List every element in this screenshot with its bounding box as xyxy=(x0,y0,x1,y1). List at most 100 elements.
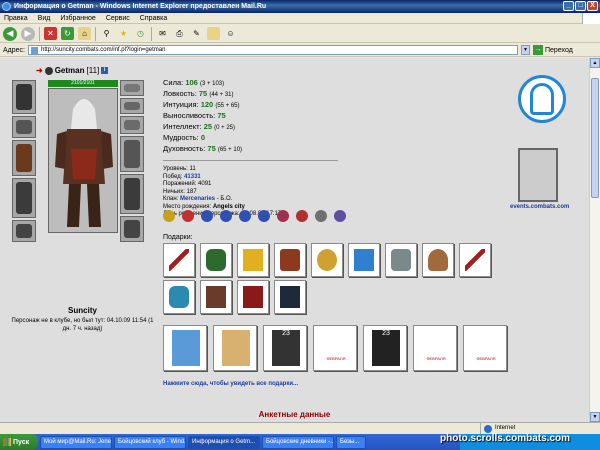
home-icon[interactable]: ⌂ xyxy=(78,27,91,40)
taskbar-item[interactable]: Бойцовский клуб - Wind... xyxy=(114,435,186,449)
gift-item[interactable] xyxy=(459,243,491,277)
avatar-name: Suncity xyxy=(68,306,97,315)
info-icon[interactable]: i xyxy=(101,67,109,74)
menu-edit[interactable]: Правка xyxy=(4,13,28,23)
forward-arrow-icon[interactable]: ▶ xyxy=(21,26,35,41)
taskbar-item-active[interactable]: Информация о Getm... xyxy=(188,435,260,449)
events-site-link[interactable]: events.combats.com xyxy=(510,204,569,210)
gift-item[interactable] xyxy=(163,243,195,277)
edit-icon[interactable]: ✎ xyxy=(190,27,203,40)
messenger-icon[interactable]: ☺ xyxy=(224,27,237,40)
gift-item[interactable] xyxy=(200,280,232,314)
medal-icon[interactable] xyxy=(201,210,213,222)
character-avatar xyxy=(48,88,118,233)
gift-item[interactable] xyxy=(274,280,306,314)
medal-icon[interactable] xyxy=(334,210,346,222)
legs-slot[interactable] xyxy=(120,174,144,214)
medal-icon[interactable] xyxy=(239,210,251,222)
medal-icon[interactable] xyxy=(220,210,232,222)
nick-text: Getman xyxy=(54,66,85,75)
clan-link[interactable]: Mercenaries xyxy=(180,196,215,202)
stat-endurance: Выносливость: 75 xyxy=(163,111,226,120)
ie-icon xyxy=(2,2,11,11)
window-controls: _ □ X xyxy=(563,1,598,11)
clan-emblem-icon[interactable] xyxy=(518,75,566,123)
search-icon[interactable]: ⚲ xyxy=(100,27,113,40)
events-banner-icon[interactable] xyxy=(518,148,558,202)
hp-bar: 2101/2101 xyxy=(48,80,118,87)
gift-item[interactable] xyxy=(274,243,306,277)
belt-slot[interactable] xyxy=(12,220,36,242)
print-icon[interactable]: ⎙ xyxy=(173,27,186,40)
window-titlebar: Информация о Getman - Windows Internet E… xyxy=(0,0,600,13)
amulet-slot[interactable] xyxy=(120,80,144,96)
weapon-slot[interactable] xyxy=(12,140,36,176)
greeting-card[interactable]: 23 xyxy=(363,325,407,371)
menu-help[interactable]: Справка xyxy=(140,13,167,23)
medal-icon[interactable] xyxy=(182,210,194,222)
mail-icon[interactable]: ✉ xyxy=(156,27,169,40)
stop-icon[interactable]: ✕ xyxy=(44,27,57,40)
earrings-slot[interactable] xyxy=(120,98,144,114)
menu-tools[interactable]: Сервис xyxy=(106,13,130,23)
menu-bar: Правка Вид Избранное Сервис Справка xyxy=(0,13,600,24)
maximize-button[interactable]: □ xyxy=(575,1,586,11)
back-arrow-icon[interactable]: ◀ xyxy=(3,26,17,41)
gift-item[interactable] xyxy=(311,243,343,277)
minimize-button[interactable]: _ xyxy=(563,1,574,11)
menu-view[interactable]: Вид xyxy=(38,13,51,23)
stat-spirituality: Духовность: 75 (65 + 10) xyxy=(163,144,243,153)
favorites-star-icon[interactable]: ★ xyxy=(117,27,130,40)
greeting-card[interactable] xyxy=(213,325,257,371)
medal-icon[interactable] xyxy=(163,210,175,222)
last-seen-note: Персонаж не в клубе, но был тут: 04.10.0… xyxy=(11,318,154,332)
private-message-arrow-icon[interactable]: ➜ xyxy=(36,66,43,75)
offhand-weapon-slot[interactable] xyxy=(120,136,144,172)
greeting-card[interactable]: ФЕВРАЛЯ xyxy=(313,325,357,371)
gift-item[interactable] xyxy=(200,243,232,277)
greeting-card[interactable] xyxy=(163,325,207,371)
boots-slot[interactable] xyxy=(120,216,144,242)
close-button[interactable]: X xyxy=(587,1,598,11)
stat-strength: Сила: 106 (3 + 103) xyxy=(163,78,225,87)
gift-item[interactable] xyxy=(237,243,269,277)
helmet-slot[interactable] xyxy=(12,80,36,114)
greeting-card[interactable]: ФЕВРАЛЯ xyxy=(413,325,457,371)
refresh-icon[interactable]: ↻ xyxy=(61,27,74,40)
greeting-card[interactable]: ФЕВРАЛЯ xyxy=(463,325,507,371)
scroll-thumb[interactable] xyxy=(591,78,599,198)
folder-icon[interactable] xyxy=(207,27,220,40)
medal-icon[interactable] xyxy=(277,210,289,222)
scroll-down-button[interactable]: ▼ xyxy=(590,412,600,422)
windows-flag-icon xyxy=(3,438,11,446)
armor-slot[interactable] xyxy=(12,178,36,218)
medal-icon[interactable] xyxy=(296,210,308,222)
vertical-scrollbar[interactable]: ▲ ▼ xyxy=(589,58,600,422)
history-icon[interactable]: ◷ xyxy=(134,27,147,40)
stat-wisdom: Мудрость: 0 xyxy=(163,133,205,142)
medal-icon[interactable] xyxy=(258,210,270,222)
taskbar-item[interactable]: Мой мир@Mail.Ru: Jene... xyxy=(40,435,112,449)
go-button[interactable]: → Переход xyxy=(532,45,573,55)
gift-item[interactable] xyxy=(348,243,380,277)
address-input[interactable]: http://suncity.combats.com/inf.pl?login=… xyxy=(27,45,518,55)
taskbar-item[interactable]: Бойцовские дневники -... xyxy=(262,435,334,449)
go-arrow-icon: → xyxy=(532,45,543,55)
gifts-label: Подарки: xyxy=(163,234,193,241)
gift-item[interactable] xyxy=(422,243,454,277)
scroll-up-button[interactable]: ▲ xyxy=(590,58,600,68)
medal-icon[interactable] xyxy=(315,210,327,222)
taskbar-item[interactable]: Безы... xyxy=(336,435,366,449)
info-clan: Клан: Mercenaries - Б.О. xyxy=(163,196,233,202)
bracers-slot[interactable] xyxy=(12,116,36,138)
gift-item[interactable] xyxy=(163,280,195,314)
gift-item[interactable] xyxy=(237,280,269,314)
profile-section-title: Анкетные данные xyxy=(258,410,331,419)
menu-favorites[interactable]: Избранное xyxy=(60,13,95,23)
rings-slot[interactable] xyxy=(120,116,144,134)
address-dropdown-button[interactable]: ▼ xyxy=(520,45,530,55)
gift-item[interactable] xyxy=(385,243,417,277)
all-gifts-link[interactable]: Нажмите сюда, чтобы увидеть все подарки.… xyxy=(163,381,298,387)
greeting-card[interactable]: 23 xyxy=(263,325,307,371)
start-button[interactable]: Пуск xyxy=(0,434,38,450)
